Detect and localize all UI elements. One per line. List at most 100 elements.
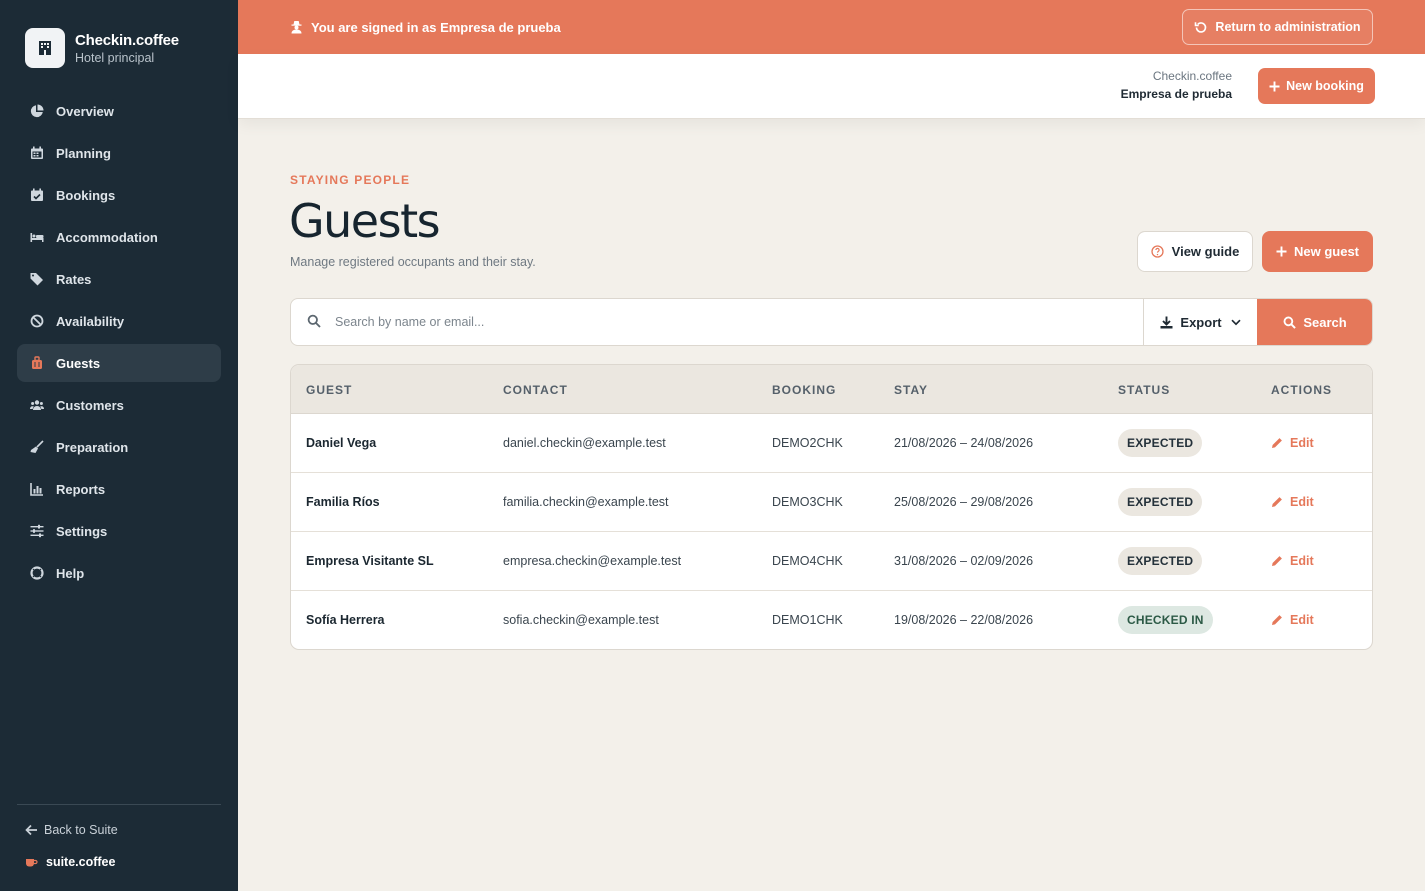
banner-text: You are signed in as Empresa de prueba <box>311 19 561 35</box>
calendar-check-icon <box>29 187 45 203</box>
view-guide-label: View guide <box>1171 244 1240 259</box>
new-booking-label: New booking <box>1286 79 1364 93</box>
account-info: Checkin.coffee Empresa de prueba <box>1121 69 1232 101</box>
guest-name: Familia Ríos <box>306 495 380 509</box>
sidebar-item-label: Overview <box>56 103 114 119</box>
sidebar-item-planning[interactable]: Planning <box>17 134 221 172</box>
sidebar-item-reports[interactable]: Reports <box>17 470 221 508</box>
export-dropdown[interactable]: Export <box>1143 299 1257 345</box>
page-eyebrow: STAYING PEOPLE <box>290 173 411 187</box>
guest-booking: DEMO2CHK <box>772 436 843 450</box>
edit-label: Edit <box>1290 613 1314 627</box>
sidebar-item-label: Availability <box>56 313 125 329</box>
guest-stay: 19/08/2026 – 22/08/2026 <box>894 613 1034 627</box>
brand-name: Checkin.coffee <box>75 31 179 49</box>
sidebar-item-preparation[interactable]: Preparation <box>17 428 221 466</box>
hotel-icon <box>25 28 65 68</box>
coffee-cup-icon <box>26 859 38 867</box>
chevron-down-icon <box>1230 319 1241 325</box>
top-header: Checkin.coffee Empresa de prueba New boo… <box>238 54 1425 119</box>
new-guest-button[interactable]: New guest <box>1262 231 1373 272</box>
back-to-suite-label: Back to Suite <box>44 823 118 837</box>
guest-name: Daniel Vega <box>306 436 377 450</box>
search-label: Search <box>1303 314 1347 330</box>
sidebar-item-guests[interactable]: Guests <box>17 344 221 382</box>
suite-brand-label: suite.coffee <box>46 855 116 869</box>
edit-label: Edit <box>1290 554 1314 568</box>
guest-booking: DEMO1CHK <box>772 613 843 627</box>
edit-label: Edit <box>1290 436 1314 450</box>
edit-button[interactable]: Edit <box>1271 436 1314 450</box>
status-badge: CHECKED IN <box>1118 606 1213 634</box>
sidebar-item-label: Guests <box>56 355 101 371</box>
brand-subtitle: Hotel principal <box>75 50 155 65</box>
sidebar-item-label: Rates <box>56 271 92 287</box>
tags-icon <box>29 271 45 287</box>
pie-chart-icon <box>29 103 45 119</box>
guest-name: Sofía Herrera <box>306 613 385 627</box>
sidebar-item-label: Settings <box>56 523 108 539</box>
return-label: Return to administration <box>1215 20 1361 34</box>
back-to-suite-link[interactable]: Back to Suite <box>25 823 118 837</box>
undo-icon <box>1195 21 1207 33</box>
table-row: Empresa Visitante SL empresa.checkin@exa… <box>291 532 1372 591</box>
account-company: Empresa de prueba <box>1120 87 1232 101</box>
column-header-guest: GUEST <box>306 382 353 397</box>
edit-button[interactable]: Edit <box>1271 495 1314 509</box>
return-to-administration-button[interactable]: Return to administration <box>1182 9 1373 45</box>
pencil-icon <box>1272 615 1282 625</box>
calendar-icon <box>29 145 45 161</box>
sidebar-item-label: Bookings <box>56 187 116 203</box>
arrow-left-icon <box>25 824 37 836</box>
sidebar-item-help[interactable]: Help <box>17 554 221 592</box>
question-circle-icon <box>1151 245 1164 258</box>
search-button[interactable]: Search <box>1257 299 1372 345</box>
sliders-icon <box>29 523 45 539</box>
user-secret-icon <box>291 21 302 34</box>
bar-chart-icon <box>29 481 45 497</box>
edit-button[interactable]: Edit <box>1271 613 1314 627</box>
broom-icon <box>29 439 45 455</box>
view-guide-button[interactable]: View guide <box>1137 231 1253 272</box>
search-bar: Export Search <box>290 298 1373 346</box>
status-badge: EXPECTED <box>1118 547 1203 575</box>
search-icon <box>307 314 321 333</box>
new-guest-label: New guest <box>1293 244 1359 259</box>
guest-name: Empresa Visitante SL <box>306 554 434 568</box>
suitcase-icon <box>29 355 45 371</box>
column-header-booking: BOOKING <box>772 382 837 397</box>
sidebar-divider <box>17 804 221 805</box>
account-org: Checkin.coffee <box>1152 69 1232 83</box>
guest-contact: empresa.checkin@example.test <box>503 554 682 568</box>
status-badge: EXPECTED <box>1118 488 1203 516</box>
column-header-contact: CONTACT <box>503 382 568 397</box>
impersonation-banner: You are signed in as Empresa de prueba R… <box>238 0 1425 54</box>
download-icon <box>1160 316 1173 328</box>
suite-brand[interactable]: suite.coffee <box>25 855 115 869</box>
sidebar-nav: Overview Planning Bookings Accommodation… <box>17 92 221 596</box>
guest-contact: daniel.checkin@example.test <box>503 436 666 450</box>
sidebar-item-overview[interactable]: Overview <box>17 92 221 130</box>
sidebar-item-customers[interactable]: Customers <box>17 386 221 424</box>
guest-stay: 25/08/2026 – 29/08/2026 <box>894 495 1034 509</box>
sidebar-item-bookings[interactable]: Bookings <box>17 176 221 214</box>
sidebar-item-settings[interactable]: Settings <box>17 512 221 550</box>
edit-button[interactable]: Edit <box>1271 554 1314 568</box>
search-input[interactable] <box>335 299 1143 345</box>
ban-icon <box>29 313 45 329</box>
sidebar: Checkin.coffee Hotel principal Overview … <box>0 0 238 891</box>
guest-contact: familia.checkin@example.test <box>503 495 669 509</box>
column-header-status: STATUS <box>1118 382 1171 397</box>
table-row: Daniel Vega daniel.checkin@example.test … <box>291 414 1372 473</box>
sidebar-item-rates[interactable]: Rates <box>17 260 221 298</box>
brand[interactable]: Checkin.coffee Hotel principal <box>25 28 179 68</box>
sidebar-item-availability[interactable]: Availability <box>17 302 221 340</box>
table-row: Familia Ríos familia.checkin@example.tes… <box>291 473 1372 532</box>
table-header: GUEST CONTACT BOOKING STAY STATUS ACTION… <box>291 365 1372 414</box>
guest-booking: DEMO4CHK <box>772 554 843 568</box>
pencil-icon <box>1272 438 1282 448</box>
guest-stay: 21/08/2026 – 24/08/2026 <box>894 436 1034 450</box>
guest-stay: 31/08/2026 – 02/09/2026 <box>894 554 1034 568</box>
sidebar-item-accommodation[interactable]: Accommodation <box>17 218 221 256</box>
new-booking-button[interactable]: New booking <box>1258 68 1375 104</box>
